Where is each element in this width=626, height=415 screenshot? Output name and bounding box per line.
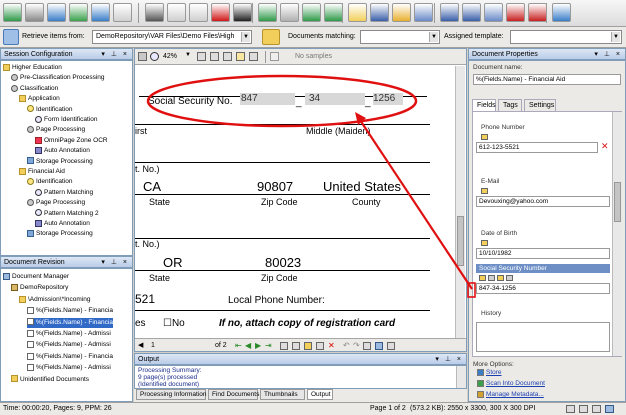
status-tool-icon[interactable] [592, 405, 601, 413]
status-image-info: (573.2 KB): 2550 x 3300, 300 X 300 DPI [410, 405, 536, 412]
status-tool-icon[interactable] [566, 405, 575, 413]
status-tool-icon[interactable] [605, 405, 614, 413]
status-time: Time: 00:00:20, Pages: 9, PPM: 26 [3, 405, 112, 412]
highlight-ellipse [146, 74, 418, 128]
status-bar: Time: 00:00:20, Pages: 9, PPM: 26 Page 1… [0, 402, 626, 415]
status-page: Page 1 of 2 [370, 405, 406, 412]
status-tool-icon[interactable] [579, 405, 588, 413]
annotation-overlay [146, 74, 476, 298]
annotation-arrow-line [359, 119, 473, 290]
